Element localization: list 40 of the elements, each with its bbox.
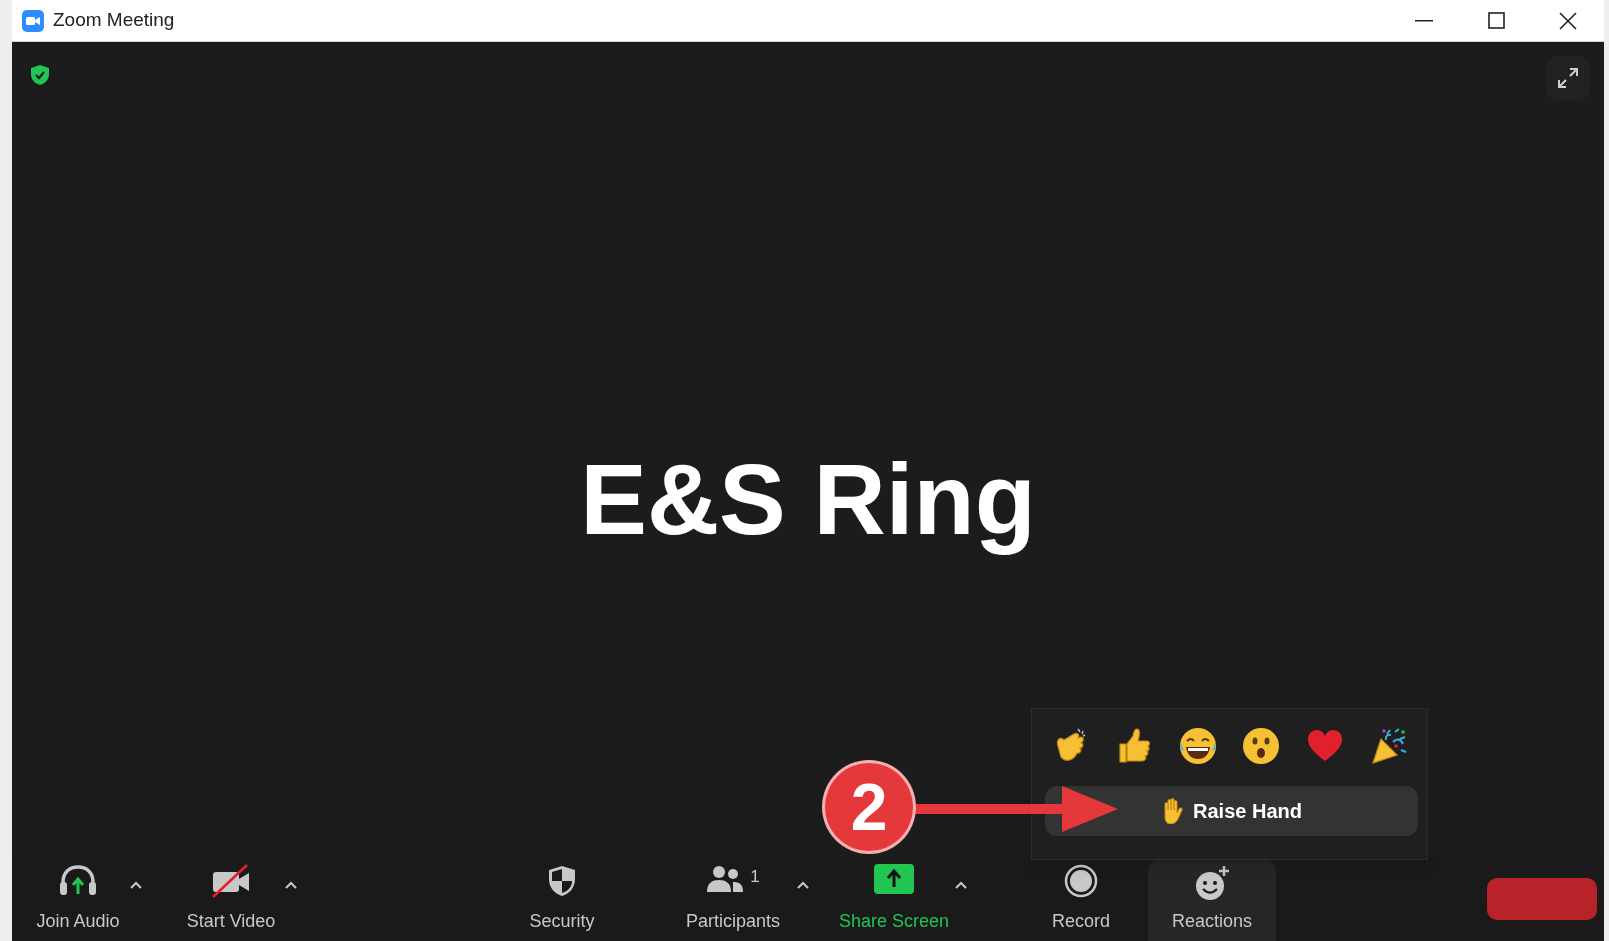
party-popper-icon[interactable] (1369, 726, 1409, 766)
participant-count: 1 (750, 866, 760, 888)
reactions-button[interactable]: Reactions (1148, 859, 1276, 941)
smiley-plus-icon (1194, 866, 1230, 902)
window-title: Zoom Meeting (53, 8, 175, 33)
security-button[interactable]: Security (512, 857, 612, 941)
button-label: Security (529, 910, 595, 933)
close-icon (1559, 11, 1577, 30)
meeting-title: E&S Ring (580, 442, 1036, 557)
raised-hand-icon (1161, 798, 1184, 824)
record-button[interactable]: Record (1041, 857, 1121, 941)
record-icon (1064, 864, 1098, 898)
minimize-icon (1415, 19, 1433, 22)
surprised-face-icon[interactable] (1241, 726, 1282, 766)
button-label: Reactions (1171, 910, 1252, 933)
button-label: Join Audio (36, 910, 120, 933)
people-icon (706, 864, 745, 894)
participants-button[interactable]: 1 Participants (673, 857, 793, 941)
caret-icon (130, 881, 142, 889)
raise-hand-button[interactable]: Raise Hand (1045, 786, 1418, 836)
caret-icon (955, 881, 967, 889)
button-label: Record (1052, 910, 1110, 933)
caret-icon (797, 881, 809, 889)
app-logo-icon (22, 9, 44, 32)
headphones-icon (58, 864, 98, 896)
audio-button[interactable]: Join Audio (30, 857, 126, 941)
expand-icon (1557, 67, 1579, 89)
caret-icon (285, 881, 297, 889)
encryption-shield-icon[interactable] (30, 64, 50, 86)
button-label: Start Video (186, 910, 276, 933)
fullscreen-button[interactable] (1546, 56, 1590, 100)
button-label: Share Screen (838, 910, 950, 933)
share-button[interactable]: Share Screen (837, 857, 951, 941)
laughing-face-icon[interactable] (1177, 726, 1218, 766)
video-button[interactable]: Start Video (181, 857, 281, 941)
share-screen-icon (874, 864, 914, 894)
step-number-badge: 2 (822, 760, 916, 854)
maximize-icon (1487, 12, 1505, 29)
security-shield-icon (547, 864, 577, 898)
button-label: Participants (685, 910, 780, 933)
